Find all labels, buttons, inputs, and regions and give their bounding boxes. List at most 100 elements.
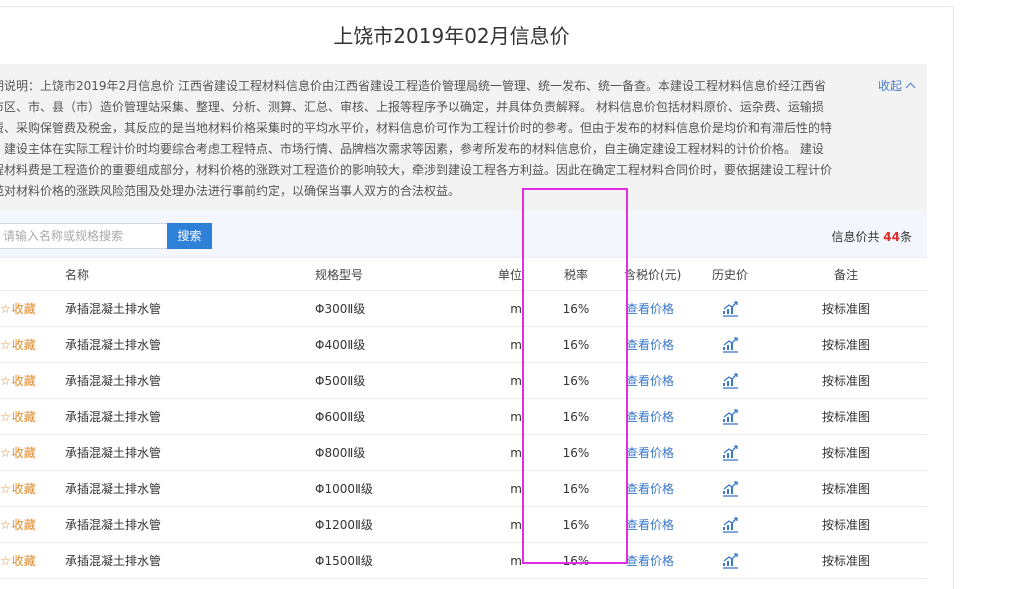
collapse-button[interactable]: 收起 xyxy=(878,77,916,94)
table-row: ☆ 收藏 承插混凝土排水管 Φ1500Ⅱ级 m 16% 查看价格 按标准图 xyxy=(0,543,927,579)
star-outline-icon: ☆ xyxy=(0,409,11,424)
material-spec: Φ800Ⅱ级 xyxy=(315,446,366,460)
material-note: 按标准图 xyxy=(821,482,870,496)
table-row: ☆ 收藏 承插混凝土排水管 Φ500Ⅱ级 m 16% 查看价格 按标准图 xyxy=(0,363,927,399)
material-unit: m xyxy=(510,445,522,460)
tax-rate: 16% xyxy=(562,517,590,532)
material-name: 承插混凝土排水管 xyxy=(65,554,162,568)
material-note: 按标准图 xyxy=(821,518,870,532)
favorite-button[interactable]: ☆ 收藏 xyxy=(0,507,50,542)
material-spec: Φ600Ⅱ级 xyxy=(315,410,366,424)
tax-rate: 16% xyxy=(562,373,590,388)
notice-text: 本期说明：上饶市2019年2月信息价 江西省建设工程材料信息价由江西省建设工程造… xyxy=(0,76,835,202)
star-outline-icon: ☆ xyxy=(0,553,11,568)
trend-chart-icon xyxy=(722,444,739,461)
view-price-link[interactable]: 查看价格 xyxy=(626,435,686,470)
material-spec: Φ1200Ⅱ级 xyxy=(315,518,373,532)
history-price-button[interactable] xyxy=(700,291,760,326)
material-spec: Φ1000Ⅱ级 xyxy=(315,482,373,496)
favorite-button[interactable]: ☆ 收藏 xyxy=(0,327,50,362)
favorite-label: 收藏 xyxy=(11,554,36,568)
material-name: 承插混凝土排水管 xyxy=(65,482,162,496)
result-count: 信息价共 44条 xyxy=(831,228,912,245)
material-name: 承插混凝土排水管 xyxy=(65,302,162,316)
material-note: 按标准图 xyxy=(821,446,870,460)
favorite-button[interactable]: ☆ 收藏 xyxy=(0,291,50,326)
favorite-label: 收藏 xyxy=(11,482,36,496)
history-price-button[interactable] xyxy=(700,363,760,398)
table-header: 名称 规格型号 单位 税率 含税价(元) 历史价 备注 xyxy=(0,258,927,291)
table-row: ☆ 收藏 承插混凝土排水管 Φ1200Ⅱ级 m 16% 查看价格 按标准图 xyxy=(0,507,927,543)
tax-rate: 16% xyxy=(562,553,590,568)
material-spec: Φ500Ⅱ级 xyxy=(315,374,366,388)
favorite-label: 收藏 xyxy=(11,410,36,424)
header-tax: 税率 xyxy=(563,267,588,282)
star-outline-icon: ☆ xyxy=(0,445,11,460)
count-suffix: 条 xyxy=(899,230,912,244)
trend-chart-icon xyxy=(722,480,739,497)
favorite-label: 收藏 xyxy=(11,518,36,532)
favorite-label: 收藏 xyxy=(11,374,36,388)
view-price-link[interactable]: 查看价格 xyxy=(626,327,686,362)
search-bar: 搜索 信息价共 44条 xyxy=(0,211,927,258)
history-price-button[interactable] xyxy=(700,399,760,434)
tax-rate: 16% xyxy=(562,337,590,352)
trend-chart-icon xyxy=(722,372,739,389)
history-price-button[interactable] xyxy=(700,507,760,542)
star-outline-icon: ☆ xyxy=(0,481,11,496)
view-price-link[interactable]: 查看价格 xyxy=(626,399,686,434)
header-name: 名称 xyxy=(65,267,90,282)
table-row: ☆ 收藏 承插混凝土排水管 Φ800Ⅱ级 m 16% 查看价格 按标准图 xyxy=(0,435,927,471)
history-price-button[interactable] xyxy=(700,471,760,506)
favorite-button[interactable]: ☆ 收藏 xyxy=(0,399,50,434)
search-button[interactable]: 搜索 xyxy=(167,223,212,249)
table-row: ☆ 收藏 承插混凝土排水管 Φ1000Ⅱ级 m 16% 查看价格 按标准图 xyxy=(0,471,927,507)
history-price-button[interactable] xyxy=(700,327,760,362)
material-spec: Φ400Ⅱ级 xyxy=(315,338,366,352)
tax-rate: 16% xyxy=(562,409,590,424)
favorite-label: 收藏 xyxy=(11,302,36,316)
header-note: 备注 xyxy=(833,267,858,282)
trend-chart-icon xyxy=(722,336,739,353)
star-outline-icon: ☆ xyxy=(0,337,11,352)
trend-chart-icon xyxy=(722,300,739,317)
search-input[interactable] xyxy=(0,223,168,249)
view-price-link[interactable]: 查看价格 xyxy=(626,543,686,578)
star-outline-icon: ☆ xyxy=(0,373,11,388)
table-row: ☆ 收藏 承插混凝土排水管 Φ600Ⅱ级 m 16% 查看价格 按标准图 xyxy=(0,399,927,435)
material-unit: m xyxy=(510,481,522,496)
material-unit: m xyxy=(510,553,522,568)
notice-label: 本期说明： xyxy=(0,79,41,93)
material-unit: m xyxy=(510,337,522,352)
material-note: 按标准图 xyxy=(821,410,870,424)
header-spec: 规格型号 xyxy=(315,267,364,282)
material-name: 承插混凝土排水管 xyxy=(65,338,162,352)
view-price-link[interactable]: 查看价格 xyxy=(626,507,686,542)
trend-chart-icon xyxy=(722,408,739,425)
material-note: 按标准图 xyxy=(821,338,870,352)
history-price-button[interactable] xyxy=(700,543,760,578)
table-row: ☆ 收藏 承插混凝土排水管 Φ300Ⅱ级 m 16% 查看价格 按标准图 xyxy=(0,291,927,327)
material-name: 承插混凝土排水管 xyxy=(65,518,162,532)
material-unit: m xyxy=(510,517,522,532)
view-price-link[interactable]: 查看价格 xyxy=(626,291,686,326)
history-price-button[interactable] xyxy=(700,435,760,470)
favorite-button[interactable]: ☆ 收藏 xyxy=(0,363,50,398)
favorite-button[interactable]: ☆ 收藏 xyxy=(0,543,50,578)
view-price-link[interactable]: 查看价格 xyxy=(626,363,686,398)
collapse-label: 收起 xyxy=(878,79,903,93)
star-outline-icon: ☆ xyxy=(0,301,11,316)
header-history: 历史价 xyxy=(711,267,748,282)
favorite-label: 收藏 xyxy=(11,446,36,460)
count-value: 44 xyxy=(883,230,900,244)
material-unit: m xyxy=(510,409,522,424)
favorite-button[interactable]: ☆ 收藏 xyxy=(0,435,50,470)
favorite-button[interactable]: ☆ 收藏 xyxy=(0,471,50,506)
favorite-label: 收藏 xyxy=(11,338,36,352)
notice-body: 上饶市2019年2月信息价 江西省建设工程材料信息价由江西省建设工程造价管理局统… xyxy=(0,79,833,198)
material-name: 承插混凝土排水管 xyxy=(65,374,162,388)
star-outline-icon: ☆ xyxy=(0,517,11,532)
chevron-up-icon xyxy=(905,82,916,93)
material-spec: Φ1500Ⅱ级 xyxy=(315,554,373,568)
view-price-link[interactable]: 查看价格 xyxy=(626,471,686,506)
